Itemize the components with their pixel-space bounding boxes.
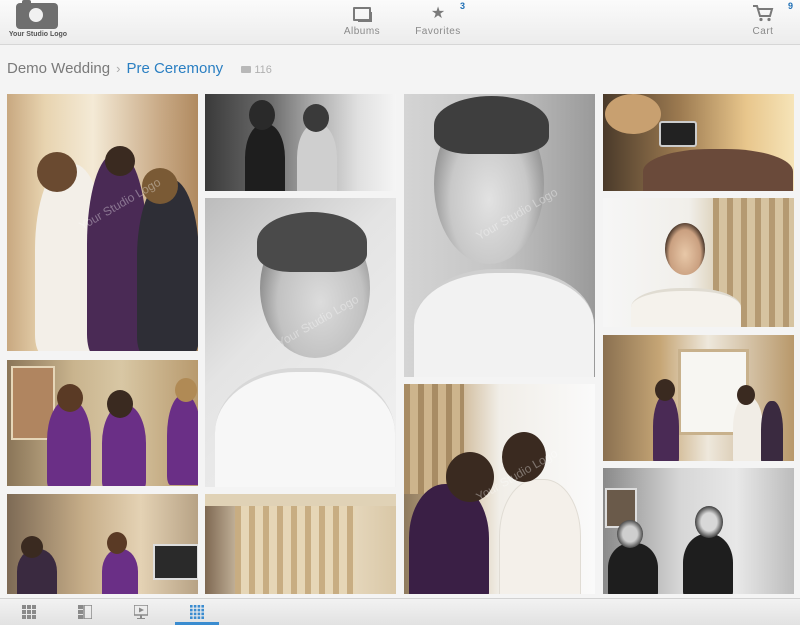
photo-count: 116 [241,64,272,76]
photo-thumbnail[interactable] [603,468,794,594]
photo-thumbnail[interactable] [7,494,198,594]
chevron-right-icon: › [116,61,121,76]
breadcrumb-current: Pre Ceremony [126,60,224,77]
nav-favorites-label: Favorites [415,26,461,37]
nav-favorites[interactable]: ★ Favorites 3 [403,1,473,37]
photo-thumbnail[interactable] [205,94,396,191]
breadcrumb-root[interactable]: Demo Wedding [7,60,110,77]
photo-thumbnail[interactable]: Your Studio Logo [404,94,595,377]
nav-cart[interactable]: Cart 9 [728,1,798,37]
cart-count-badge: 9 [788,1,794,11]
photo-thumbnail[interactable]: Your Studio Logo [404,384,595,594]
nav-albums[interactable]: Albums [327,4,397,37]
studio-logo[interactable]: Your Studio Logo [6,0,70,41]
photo-thumbnail[interactable] [603,335,794,461]
breadcrumb: Demo Wedding › Pre Ceremony 116 [7,60,272,80]
view-grid-large-button[interactable] [15,601,43,623]
grid-large-icon [22,605,36,619]
favorites-count-badge: 3 [460,1,466,11]
list-icon [78,605,92,619]
nav-cart-label: Cart [752,26,774,37]
photo-thumbnail[interactable] [603,94,794,191]
view-grid-small-button[interactable] [175,601,219,625]
camera-icon [241,66,252,73]
grid-small-icon [190,605,204,619]
photo-thumbnail[interactable] [7,360,198,486]
albums-icon [327,4,397,24]
photo-thumbnail[interactable] [603,198,794,327]
logo-text: Your Studio Logo [8,31,68,38]
view-list-button[interactable] [71,601,99,623]
photo-thumbnail[interactable] [205,494,396,594]
camera-logo-icon [16,0,58,29]
nav-albums-label: Albums [343,26,381,37]
top-bar: Your Studio Logo Albums ★ Favorites 3 Ca… [0,0,800,45]
photo-count-value: 116 [254,64,272,76]
photo-thumbnail[interactable]: Your Studio Logo [7,94,198,351]
view-slideshow-button[interactable] [127,601,155,623]
slideshow-icon [134,605,148,619]
view-mode-bar [0,598,800,625]
photo-thumbnail[interactable]: Your Studio Logo [205,198,396,487]
